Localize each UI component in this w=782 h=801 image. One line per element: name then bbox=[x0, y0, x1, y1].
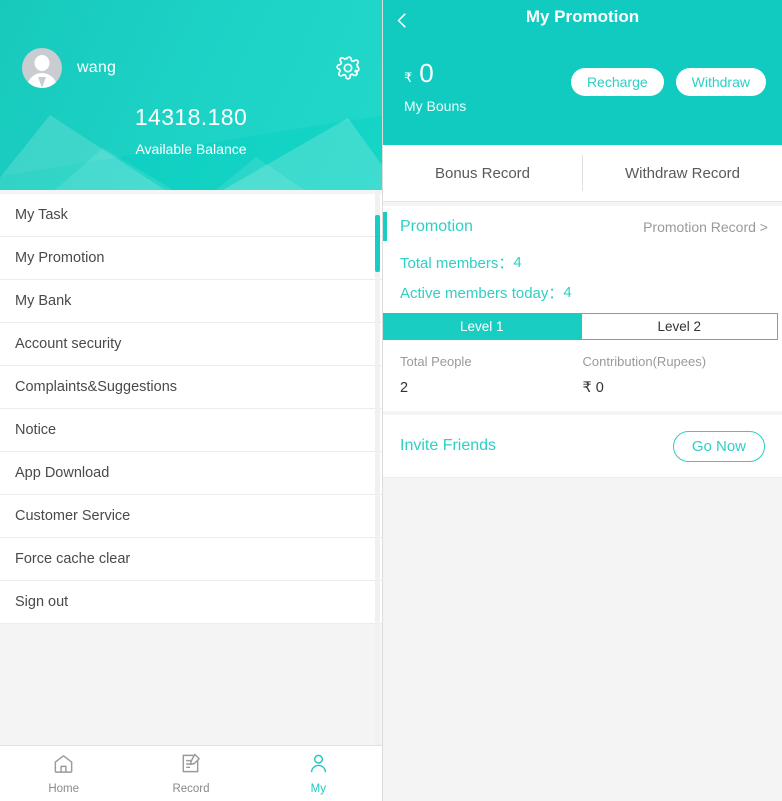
promotion-action-buttons: Recharge Withdraw bbox=[570, 68, 766, 96]
menu-item-account-security[interactable]: Account security bbox=[0, 323, 382, 366]
menu-item-label: App Download bbox=[15, 465, 110, 481]
menu-item-label: Account security bbox=[15, 336, 122, 352]
bonus-block: ₹ 0 My Bouns bbox=[404, 58, 466, 114]
rupee-symbol-icon: ₹ bbox=[404, 70, 413, 85]
stat-value: 2 bbox=[400, 380, 409, 396]
level-tab-1[interactable]: Level 1 bbox=[383, 313, 581, 340]
app-root: wang 14318.180 Available Balance My Task… bbox=[0, 0, 782, 801]
user-avatar-icon[interactable] bbox=[22, 48, 62, 88]
scrollbar-track bbox=[375, 190, 380, 745]
tab-withdraw-record[interactable]: Withdraw Record bbox=[583, 145, 782, 201]
profile-header: wang 14318.180 Available Balance bbox=[0, 0, 382, 190]
stat-column-total-people: Total People 2 bbox=[400, 354, 583, 396]
record-tabs-bar: Bonus Record Withdraw Record bbox=[383, 145, 782, 202]
level-tabs: Level 1 Level 2 bbox=[383, 313, 778, 340]
menu-item-label: Sign out bbox=[15, 594, 69, 610]
level-tab-2[interactable]: Level 2 bbox=[580, 313, 778, 340]
menu-item-my-task[interactable]: My Task bbox=[0, 194, 382, 237]
page-title: My Promotion bbox=[525, 7, 640, 26]
stat-value: ₹ 0 bbox=[582, 380, 604, 396]
record-icon bbox=[179, 752, 202, 780]
promotion-stats-table: Total People 2 Contribution(Rupees) ₹ 0 bbox=[383, 340, 782, 396]
stat-column-contribution: Contribution(Rupees) ₹ 0 bbox=[583, 354, 766, 396]
active-members-value: 4 bbox=[563, 283, 572, 301]
menu-item-label: Notice bbox=[15, 422, 57, 438]
username-label: wang bbox=[77, 59, 117, 76]
available-balance-amount: 14318.180 bbox=[134, 104, 248, 130]
go-now-button[interactable]: Go Now bbox=[672, 430, 765, 462]
person-icon bbox=[307, 752, 330, 780]
promotion-header: My Promotion ₹ 0 My Bouns Recharge Withd… bbox=[383, 0, 782, 145]
active-members-row: Active members today： 4 bbox=[383, 277, 782, 307]
bonus-label: My Bouns bbox=[404, 98, 467, 114]
left-panel: wang 14318.180 Available Balance My Task… bbox=[0, 0, 383, 801]
menu-item-my-bank[interactable]: My Bank bbox=[0, 280, 382, 323]
promotion-topbar: My Promotion bbox=[383, 0, 782, 34]
nav-item-label: Home bbox=[48, 783, 79, 795]
promotion-heading-row: Promotion Promotion Record > bbox=[383, 206, 782, 247]
bottom-navigation-bar: Home Record My bbox=[0, 745, 382, 801]
menu-empty-area bbox=[0, 624, 382, 745]
menu-item-label: My Task bbox=[15, 207, 68, 223]
recharge-button[interactable]: Recharge bbox=[570, 68, 664, 96]
menu-item-app-download[interactable]: App Download bbox=[0, 452, 382, 495]
avatar-tie bbox=[38, 77, 46, 88]
menu-item-my-promotion[interactable]: My Promotion bbox=[0, 237, 382, 280]
menu-item-label: Force cache clear bbox=[15, 551, 131, 567]
total-members-label: Total members： bbox=[400, 254, 514, 272]
nav-item-label: My bbox=[310, 783, 326, 795]
menu-item-customer-service[interactable]: Customer Service bbox=[0, 495, 382, 538]
total-members-value: 4 bbox=[513, 253, 522, 271]
tab-bonus-record[interactable]: Bonus Record bbox=[383, 145, 582, 201]
home-icon bbox=[52, 752, 75, 780]
available-balance-label: Available Balance bbox=[135, 141, 247, 157]
withdraw-button[interactable]: Withdraw bbox=[675, 68, 766, 96]
promotion-card: Promotion Promotion Record > Total membe… bbox=[383, 206, 782, 411]
bonus-amount-row: ₹ 0 bbox=[404, 58, 466, 89]
stat-header: Total People bbox=[400, 354, 472, 369]
promotion-record-link[interactable]: Promotion Record > bbox=[643, 219, 768, 235]
menu-item-notice[interactable]: Notice bbox=[0, 409, 382, 452]
scrollbar-thumb[interactable] bbox=[375, 215, 380, 272]
promotion-accent-bar bbox=[383, 212, 387, 241]
menu-item-force-cache-clear[interactable]: Force cache clear bbox=[0, 538, 382, 581]
avatar-head bbox=[34, 55, 50, 71]
nav-item-record[interactable]: Record bbox=[127, 752, 254, 795]
menu-item-label: My Bank bbox=[15, 293, 72, 309]
left-panel-scrollbar[interactable] bbox=[373, 190, 381, 745]
nav-item-home[interactable]: Home bbox=[0, 752, 127, 795]
stats-bottom-spacer bbox=[383, 396, 782, 411]
nav-item-label: Record bbox=[172, 783, 210, 795]
invite-friends-card: Invite Friends Go Now bbox=[383, 415, 782, 477]
right-panel: My Promotion ₹ 0 My Bouns Recharge Withd… bbox=[383, 0, 782, 801]
gear-icon[interactable] bbox=[334, 54, 362, 82]
active-members-label: Active members today： bbox=[400, 284, 564, 302]
menu-item-label: Complaints&Suggestions bbox=[15, 379, 178, 395]
total-members-row: Total members： 4 bbox=[383, 247, 782, 277]
menu-item-sign-out[interactable]: Sign out bbox=[0, 581, 382, 624]
right-panel-empty-area bbox=[383, 477, 782, 801]
profile-row: wang bbox=[22, 48, 362, 88]
menu-item-label: Customer Service bbox=[15, 508, 131, 524]
promotion-heading: Promotion bbox=[400, 217, 473, 235]
invite-friends-label: Invite Friends bbox=[400, 437, 497, 454]
menu-item-label: My Promotion bbox=[15, 250, 105, 266]
nav-item-my[interactable]: My bbox=[255, 752, 382, 795]
bonus-amount-value: 0 bbox=[419, 58, 434, 88]
settings-menu-list: My Task My Promotion My Bank Account sec… bbox=[0, 194, 382, 624]
menu-item-complaints-suggestions[interactable]: Complaints&Suggestions bbox=[0, 366, 382, 409]
stat-header: Contribution(Rupees) bbox=[582, 354, 707, 369]
